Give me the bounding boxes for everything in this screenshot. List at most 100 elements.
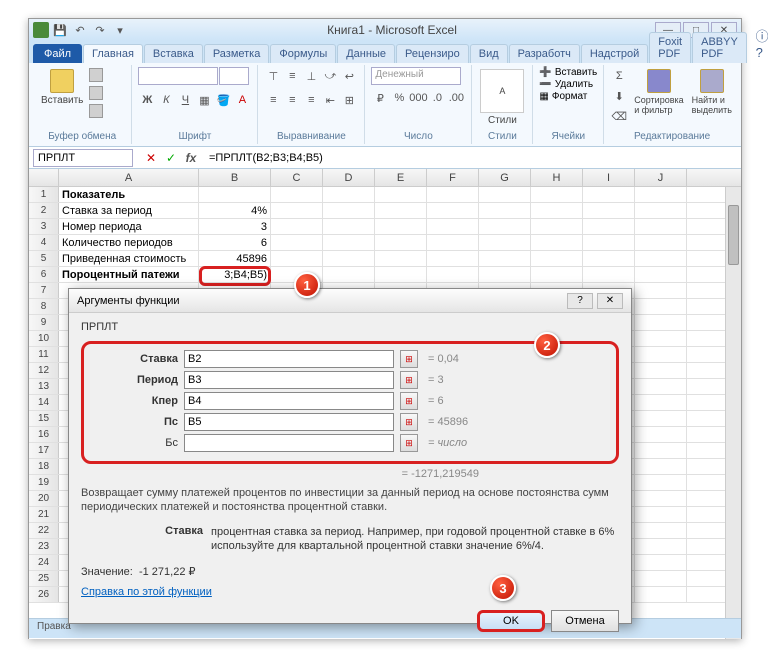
scrollbar-thumb[interactable] — [728, 205, 739, 265]
cell[interactable] — [531, 235, 583, 250]
dialog-help-icon[interactable]: ? — [567, 293, 593, 309]
col-header-i[interactable]: I — [583, 169, 635, 186]
cell[interactable] — [635, 315, 687, 330]
cell[interactable] — [583, 235, 635, 250]
row-header[interactable]: 7 — [29, 283, 59, 298]
arg-rate-input[interactable] — [184, 350, 394, 368]
cell[interactable] — [323, 235, 375, 250]
cell[interactable] — [635, 283, 687, 298]
cell[interactable] — [271, 219, 323, 234]
row-header[interactable]: 5 — [29, 251, 59, 266]
row-header[interactable]: 24 — [29, 555, 59, 570]
cell[interactable] — [635, 475, 687, 490]
sum-icon[interactable]: Σ — [610, 67, 628, 85]
tab-foxit[interactable]: Foxit PDF — [649, 32, 691, 63]
comma-icon[interactable]: 000 — [409, 89, 427, 107]
col-header-d[interactable]: D — [323, 169, 375, 186]
find-select-button[interactable]: Найти и выделить — [690, 67, 734, 117]
cell[interactable] — [635, 587, 687, 602]
fx-icon[interactable]: fx — [181, 149, 201, 167]
align-top-icon[interactable]: ⊤ — [264, 67, 282, 85]
save-icon[interactable]: 💾 — [51, 22, 69, 38]
tab-insert[interactable]: Вставка — [144, 44, 203, 63]
col-header-c[interactable]: C — [271, 169, 323, 186]
wrap-text-icon[interactable]: ↩ — [340, 67, 358, 85]
col-header-a[interactable]: A — [59, 169, 199, 186]
cell[interactable] — [375, 203, 427, 218]
row-header[interactable]: 25 — [29, 571, 59, 586]
cell[interactable] — [635, 235, 687, 250]
cell[interactable]: Ставка за период — [59, 203, 199, 218]
sort-filter-button[interactable]: Сортировка и фильтр — [632, 67, 685, 117]
cell[interactable]: 3 — [199, 219, 271, 234]
arg-pv-ref-icon[interactable]: ⊞ — [400, 413, 418, 431]
indent-dec-icon[interactable]: ⇤ — [321, 91, 339, 109]
cell[interactable] — [375, 251, 427, 266]
cell[interactable] — [427, 219, 479, 234]
cell[interactable] — [635, 299, 687, 314]
orientation-icon[interactable]: ⤻ — [321, 67, 339, 85]
tab-data[interactable]: Данные — [337, 44, 395, 63]
select-all-corner[interactable] — [29, 169, 59, 186]
cell[interactable] — [583, 267, 635, 282]
paste-button[interactable]: Вставить — [39, 67, 85, 108]
arg-rate-ref-icon[interactable]: ⊞ — [400, 350, 418, 368]
row-header[interactable]: 26 — [29, 587, 59, 602]
cell[interactable] — [531, 251, 583, 266]
cell[interactable] — [271, 187, 323, 202]
cell[interactable] — [583, 251, 635, 266]
cell[interactable] — [479, 267, 531, 282]
cell[interactable] — [635, 363, 687, 378]
cut-icon[interactable] — [89, 67, 125, 83]
row-header[interactable]: 8 — [29, 299, 59, 314]
cell[interactable] — [635, 251, 687, 266]
arg-period-ref-icon[interactable]: ⊞ — [400, 371, 418, 389]
percent-icon[interactable]: % — [390, 89, 408, 107]
arg-nper-input[interactable] — [184, 392, 394, 410]
row-header[interactable]: 20 — [29, 491, 59, 506]
tab-help-icon[interactable]: ⓘ ? — [748, 23, 768, 63]
cell[interactable] — [479, 219, 531, 234]
cell[interactable] — [635, 267, 687, 282]
redo-icon[interactable]: ↷ — [91, 22, 109, 38]
cell[interactable]: Пороцентный патежи — [59, 267, 199, 282]
cell[interactable] — [635, 411, 687, 426]
col-header-b[interactable]: B — [199, 169, 271, 186]
cell[interactable] — [427, 203, 479, 218]
row-header[interactable]: 23 — [29, 539, 59, 554]
tab-developer[interactable]: Разработч — [509, 44, 580, 63]
cell[interactable] — [271, 235, 323, 250]
tab-layout[interactable]: Разметка — [204, 44, 270, 63]
row-header[interactable]: 9 — [29, 315, 59, 330]
cell[interactable] — [531, 219, 583, 234]
ok-button[interactable]: OK — [477, 610, 545, 632]
cell[interactable] — [323, 219, 375, 234]
cell[interactable] — [635, 347, 687, 362]
row-header[interactable]: 1 — [29, 187, 59, 202]
cell[interactable] — [635, 523, 687, 538]
accept-formula-icon[interactable]: ✓ — [161, 149, 181, 167]
italic-icon[interactable]: К — [157, 91, 175, 109]
tab-abbyy[interactable]: ABBYY PDF — [692, 32, 747, 63]
align-center-icon[interactable]: ≡ — [283, 91, 301, 109]
cell[interactable] — [323, 187, 375, 202]
cell[interactable] — [427, 267, 479, 282]
cell[interactable] — [271, 251, 323, 266]
dialog-close-icon[interactable]: ✕ — [597, 293, 623, 309]
cell[interactable] — [635, 379, 687, 394]
row-header[interactable]: 11 — [29, 347, 59, 362]
cell[interactable] — [635, 331, 687, 346]
cell[interactable] — [479, 187, 531, 202]
cell[interactable] — [323, 203, 375, 218]
qat-more-icon[interactable]: ▾ — [111, 22, 129, 38]
undo-icon[interactable]: ↶ — [71, 22, 89, 38]
tab-review[interactable]: Рецензиро — [396, 44, 469, 63]
col-header-j[interactable]: J — [635, 169, 687, 186]
cell[interactable] — [635, 555, 687, 570]
row-header[interactable]: 14 — [29, 395, 59, 410]
currency-icon[interactable]: ₽ — [371, 89, 389, 107]
cell[interactable] — [323, 251, 375, 266]
cell[interactable] — [375, 187, 427, 202]
align-middle-icon[interactable]: ≡ — [283, 67, 301, 85]
row-header[interactable]: 16 — [29, 427, 59, 442]
